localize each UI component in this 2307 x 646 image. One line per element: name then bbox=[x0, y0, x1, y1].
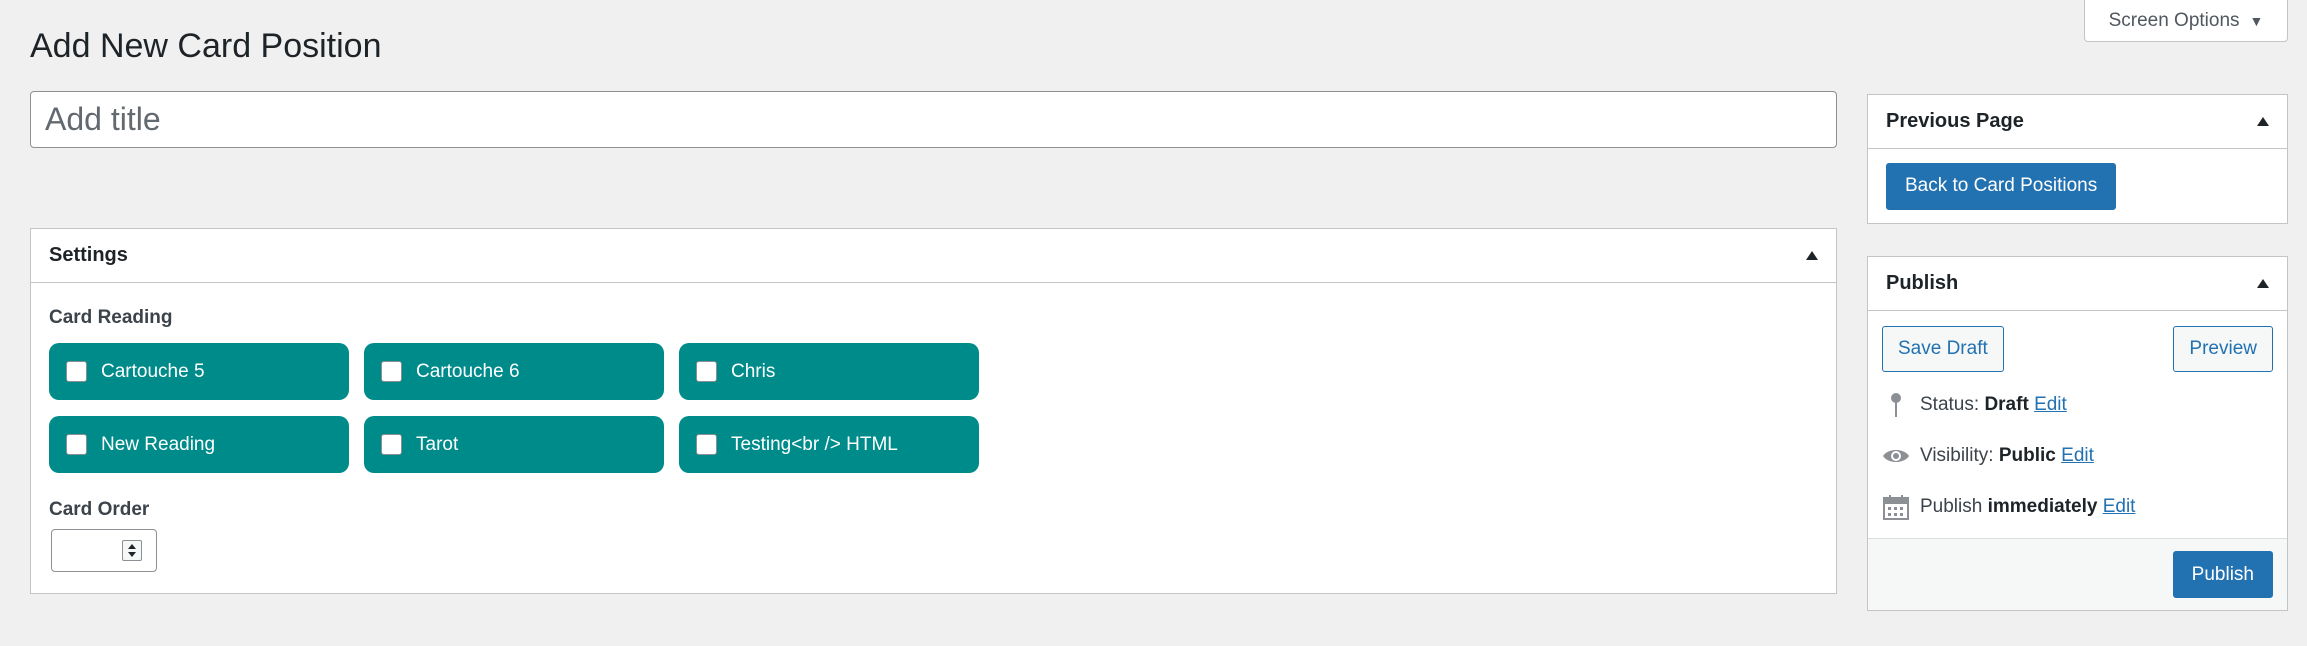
status-label: Status: bbox=[1920, 394, 1980, 415]
reading-option-label: Cartouche 5 bbox=[101, 360, 205, 382]
collapse-toggle-icon[interactable] bbox=[2257, 117, 2269, 126]
reading-option-label: Cartouche 6 bbox=[416, 360, 520, 382]
previous-page-heading: Previous Page bbox=[1886, 110, 2024, 132]
card-reading-options: Cartouche 5 Cartouche 6 Chris New Readin… bbox=[49, 343, 1159, 473]
preview-button[interactable]: Preview bbox=[2173, 326, 2273, 372]
page-title: Add New Card Position bbox=[30, 27, 382, 65]
edit-status-link[interactable]: Edit bbox=[2034, 394, 2067, 415]
checkbox[interactable] bbox=[696, 361, 717, 382]
reading-option-label: Testing<br /> HTML bbox=[731, 433, 898, 455]
settings-box: Settings Card Reading Cartouche 5 Cartou… bbox=[30, 228, 1837, 594]
reading-option-cartouche-6[interactable]: Cartouche 6 bbox=[364, 343, 664, 400]
screen-options-label: Screen Options bbox=[2108, 9, 2240, 31]
status-value: Draft bbox=[1984, 394, 2029, 415]
publish-header: Publish bbox=[1868, 257, 2287, 311]
edit-visibility-link[interactable]: Edit bbox=[2061, 445, 2094, 466]
publish-heading: Publish bbox=[1886, 272, 1959, 294]
title-input[interactable] bbox=[30, 91, 1837, 148]
save-draft-button[interactable]: Save Draft bbox=[1882, 326, 2004, 372]
collapse-toggle-icon[interactable] bbox=[2257, 279, 2269, 288]
reading-option-tarot[interactable]: Tarot bbox=[364, 416, 664, 473]
previous-page-box: Previous Page Back to Card Positions bbox=[1867, 94, 2288, 224]
checkbox[interactable] bbox=[381, 361, 402, 382]
publish-box: Publish Save Draft Preview Status: Draft… bbox=[1867, 256, 2288, 611]
card-order-input[interactable] bbox=[51, 529, 157, 572]
schedule-label: Publish bbox=[1920, 496, 1983, 517]
major-publishing-actions: Publish bbox=[1868, 538, 2287, 610]
back-to-card-positions-button[interactable]: Back to Card Positions bbox=[1886, 162, 2117, 210]
previous-page-header: Previous Page bbox=[1868, 95, 2287, 149]
collapse-toggle-icon[interactable] bbox=[1806, 251, 1818, 260]
screen-options-button[interactable]: Screen Options ▼ bbox=[2084, 0, 2288, 42]
reading-option-testing-html[interactable]: Testing<br /> HTML bbox=[679, 416, 979, 473]
reading-option-cartouche-5[interactable]: Cartouche 5 bbox=[49, 343, 349, 400]
reading-option-chris[interactable]: Chris bbox=[679, 343, 979, 400]
schedule-row: Publish immediately Edit bbox=[1868, 492, 2287, 522]
reading-option-new-reading[interactable]: New Reading bbox=[49, 416, 349, 473]
reading-option-label: Chris bbox=[731, 360, 776, 382]
checkbox[interactable] bbox=[66, 434, 87, 455]
visibility-value: Public bbox=[1998, 445, 2056, 466]
settings-header: Settings bbox=[31, 229, 1836, 283]
checkbox[interactable] bbox=[66, 361, 87, 382]
spin-down-icon[interactable] bbox=[128, 552, 136, 557]
card-order-label: Card Order bbox=[49, 499, 150, 520]
spin-up-icon[interactable] bbox=[128, 544, 136, 549]
edit-schedule-link[interactable]: Edit bbox=[2103, 496, 2136, 517]
visibility-label: Visibility: bbox=[1920, 445, 1994, 466]
number-spinner[interactable] bbox=[122, 540, 142, 561]
caret-down-icon: ▼ bbox=[2249, 12, 2264, 29]
checkbox[interactable] bbox=[696, 434, 717, 455]
eye-icon bbox=[1882, 447, 1910, 465]
reading-option-label: Tarot bbox=[416, 433, 459, 455]
status-row: Status: Draft Edit bbox=[1868, 390, 2287, 420]
publish-button[interactable]: Publish bbox=[2172, 551, 2273, 598]
schedule-value: immediately bbox=[1987, 496, 2098, 517]
calendar-icon bbox=[1882, 494, 1910, 520]
checkbox[interactable] bbox=[381, 434, 402, 455]
card-reading-label: Card Reading bbox=[49, 307, 173, 328]
pin-icon bbox=[1882, 392, 1910, 418]
settings-heading: Settings bbox=[49, 244, 128, 266]
visibility-row: Visibility: Public Edit bbox=[1868, 441, 2287, 471]
reading-option-label: New Reading bbox=[101, 433, 216, 455]
